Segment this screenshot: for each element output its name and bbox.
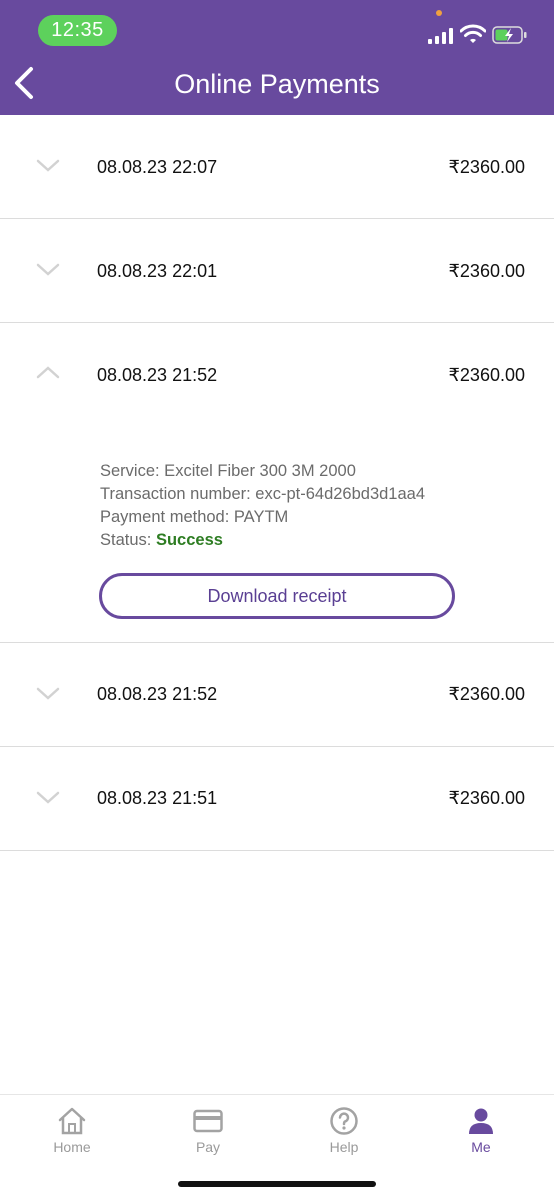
payment-row[interactable]: 08.08.23 21:52 ₹2360.00 xyxy=(0,643,554,747)
tab-help[interactable]: Help xyxy=(299,1107,389,1155)
transaction-number-text: Transaction number: exc-pt-64d26bd3d1aa4 xyxy=(100,485,426,503)
tab-pay[interactable]: Pay xyxy=(163,1107,253,1155)
person-icon xyxy=(469,1108,493,1134)
wifi-icon xyxy=(460,24,486,43)
payment-date: 08.08.23 21:52 xyxy=(97,365,218,385)
card-icon xyxy=(193,1109,223,1133)
payment-row[interactable]: 08.08.23 21:51 ₹2360.00 xyxy=(0,747,554,851)
status-badge: Success xyxy=(155,531,223,549)
home-indicator xyxy=(178,1181,376,1187)
tab-home[interactable]: Home xyxy=(27,1107,117,1155)
payment-method-text: Payment method: PAYTM xyxy=(100,508,289,526)
chevron-down-icon xyxy=(36,791,60,804)
chevron-down-icon xyxy=(36,263,60,276)
cellular-signal-icon xyxy=(428,28,453,44)
tab-label: Home xyxy=(53,1139,91,1155)
status-line: Status: Success xyxy=(100,529,425,552)
payment-date: 08.08.23 21:51 xyxy=(97,788,218,808)
help-icon xyxy=(330,1107,358,1135)
payment-row[interactable]: 08.08.23 22:07 ₹2360.00 xyxy=(0,115,554,219)
payment-amount: ₹2360.00 xyxy=(448,788,525,808)
payment-date: 08.08.23 22:01 xyxy=(97,261,218,281)
payment-details: Service: Excitel Fiber 300 3M 2000 Trans… xyxy=(100,460,425,552)
chevron-up-icon xyxy=(36,366,60,379)
tab-me[interactable]: Me xyxy=(436,1107,526,1155)
tab-label: Help xyxy=(329,1139,359,1155)
tab-label: Me xyxy=(471,1139,491,1155)
privacy-dot-indicator xyxy=(436,10,442,16)
payment-amount: ₹2360.00 xyxy=(448,157,525,177)
payment-amount: ₹2360.00 xyxy=(448,365,525,385)
chevron-down-icon xyxy=(36,687,60,700)
home-icon xyxy=(58,1107,86,1135)
app-header: 12:35 Online Payments xyxy=(0,0,554,115)
download-receipt-button[interactable]: Download receipt xyxy=(99,573,455,619)
battery-charging-icon xyxy=(492,26,527,44)
payment-row[interactable]: 08.08.23 22:01 ₹2360.00 xyxy=(0,219,554,323)
tab-label: Pay xyxy=(195,1139,221,1155)
page-title: Online Payments xyxy=(174,69,380,99)
status-label: Status: xyxy=(100,531,156,549)
status-time: 12:35 xyxy=(38,15,117,46)
payment-amount: ₹2360.00 xyxy=(448,261,525,281)
service-text: Service: Excitel Fiber 300 3M 2000 xyxy=(100,462,356,480)
chevron-down-icon xyxy=(36,159,60,172)
payment-date: 08.08.23 21:52 xyxy=(97,684,218,704)
payment-date: 08.08.23 22:07 xyxy=(97,157,218,177)
payment-amount: ₹2360.00 xyxy=(448,684,525,704)
